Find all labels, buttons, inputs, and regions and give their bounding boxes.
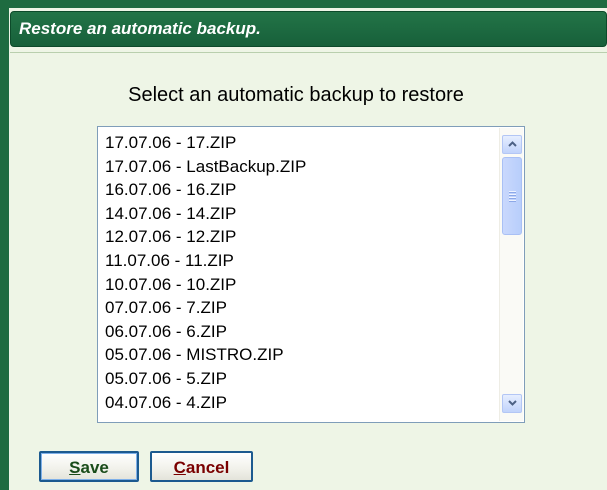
thumb-grip <box>509 191 516 193</box>
thumb-grip <box>509 194 516 196</box>
backup-list: 17.07.06 - 17.ZIP 17.07.06 - LastBackup.… <box>98 131 498 414</box>
list-item[interactable]: 14.07.06 - 14.ZIP <box>98 202 498 226</box>
cancel-button[interactable]: Cancel <box>150 451 253 482</box>
list-item[interactable]: 07.07.06 - 7.ZIP <box>98 296 498 320</box>
list-item[interactable]: 05.07.06 - 5.ZIP <box>98 367 498 391</box>
list-item[interactable]: 16.07.06 - 16.ZIP <box>98 178 498 202</box>
list-item[interactable]: 12.07.06 - 12.ZIP <box>98 225 498 249</box>
list-heading: Select an automatic backup to restore <box>128 84 464 106</box>
scrollbar-thumb[interactable] <box>502 157 522 235</box>
thumb-grip <box>509 200 516 202</box>
list-item[interactable]: 17.07.06 - LastBackup.ZIP <box>98 155 498 179</box>
list-item[interactable]: 17.07.06 - 17.ZIP <box>98 131 498 155</box>
thumb-grip <box>509 197 516 199</box>
scroll-up-button[interactable] <box>502 135 522 154</box>
vertical-scrollbar[interactable] <box>499 128 523 421</box>
list-item[interactable]: 10.07.06 - 10.ZIP <box>98 273 498 297</box>
dialog-title: Restore an automatic backup. <box>10 11 607 47</box>
chevron-down-icon <box>507 400 517 406</box>
title-divider <box>10 52 607 53</box>
list-item[interactable]: 04.07.06 - 4.ZIP <box>98 391 498 415</box>
list-item[interactable]: 11.07.06 - 11.ZIP <box>98 249 498 273</box>
list-item[interactable]: 06.07.06 - 6.ZIP <box>98 320 498 344</box>
chevron-up-icon <box>507 141 517 147</box>
list-item[interactable]: 05.07.06 - MISTRO.ZIP <box>98 343 498 367</box>
backup-listbox[interactable]: 17.07.06 - 17.ZIP 17.07.06 - LastBackup.… <box>97 126 525 423</box>
save-button[interactable]: Save <box>39 451 139 482</box>
scroll-down-button[interactable] <box>502 394 522 413</box>
